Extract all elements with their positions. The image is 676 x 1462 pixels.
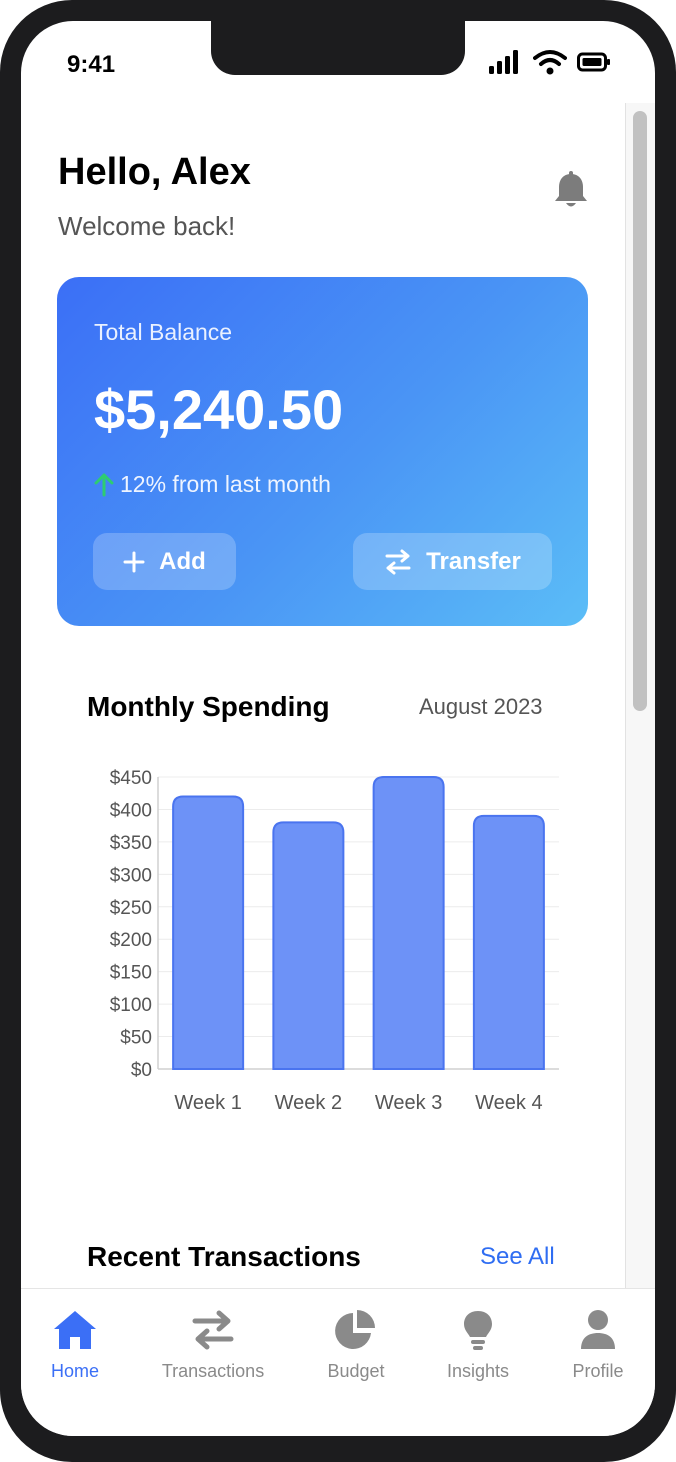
tab-transactions[interactable]: Transactions [153,1309,273,1382]
bottom-tab-bar: Home Transactions Budget Insights Profil… [21,1288,655,1436]
plus-icon [123,551,145,572]
y-tick-label: $50 [120,1028,152,1049]
pie-chart-icon [335,1310,375,1349]
app-screen: 9:41 Hello, Alex Welcome back! Total Bal… [21,21,655,1436]
y-tick-label: $200 [110,930,152,951]
y-tick-label: $0 [131,1060,152,1081]
recent-transactions-title: Recent Transactions [87,1241,361,1272]
welcome-subtitle: Welcome back! [58,211,236,241]
scrollbar-thumb[interactable] [633,111,647,711]
spending-month[interactable]: August 2023 [419,694,543,720]
notch [211,21,465,75]
greeting-title: Hello, Alex [58,151,251,193]
x-tick-label: Week 1 [174,1092,241,1114]
transfer-icon [192,1310,234,1350]
status-time: 9:41 [67,51,116,78]
y-tick-label: $300 [110,865,152,886]
y-tick-label: $400 [110,800,152,821]
y-tick-label: $250 [110,898,152,919]
tab-insights[interactable]: Insights [418,1309,538,1382]
y-tick-label: $450 [110,768,152,789]
user-icon [581,1310,615,1349]
tab-profile[interactable]: Profile [538,1309,655,1382]
add-money-button[interactable]: Add [93,533,236,590]
tab-home-label: Home [50,1361,99,1381]
transfer-button-label: Transfer [426,547,521,575]
signal-icon [489,50,518,74]
balance-label: Total Balance [94,319,233,345]
home-icon [54,1311,96,1349]
notification-bell-icon[interactable] [553,171,589,211]
status-icons [489,49,611,75]
transfer-icon [385,549,411,574]
tab-transactions-label: Transactions [161,1361,265,1381]
bar [472,814,545,1070]
wifi-icon [533,50,567,75]
lightbulb-icon [464,1311,492,1350]
battery-icon [577,52,610,72]
x-tick-label: Week 2 [275,1092,342,1114]
monthly-spending-title: Monthly Spending [87,691,330,722]
x-tick-label: Week 3 [375,1092,442,1114]
transfer-button[interactable]: Transfer [353,533,552,590]
tab-home[interactable]: Home [21,1309,135,1382]
balance-change-text: 12% from last month [120,471,331,497]
see-all-link[interactable]: See All [480,1243,555,1271]
monthly-spending-chart: $0 $50 $100 $150 $200 $250 $300 $350 $400 $450 Wee… [110,768,559,1114]
tab-insights-label: Insights [446,1361,510,1381]
add-button-label: Add [159,547,206,575]
y-tick-label: $100 [110,995,152,1016]
balance-amount: $5,240.50 [94,378,344,441]
bar [272,821,345,1070]
bar [172,795,245,1070]
balance-change: 12% from last month [94,471,331,498]
x-tick-label: Week 4 [475,1092,542,1114]
tab-budget-label: Budget [327,1361,385,1381]
y-tick-label: $150 [110,963,152,984]
bar [372,776,445,1070]
arrow-up-icon [94,473,114,496]
tab-profile-label: Profile [572,1361,624,1381]
y-tick-label: $350 [110,833,152,854]
balance-card: Total Balance $5,240.50 12% from last mo… [57,277,588,626]
tab-budget[interactable]: Budget [296,1309,416,1382]
